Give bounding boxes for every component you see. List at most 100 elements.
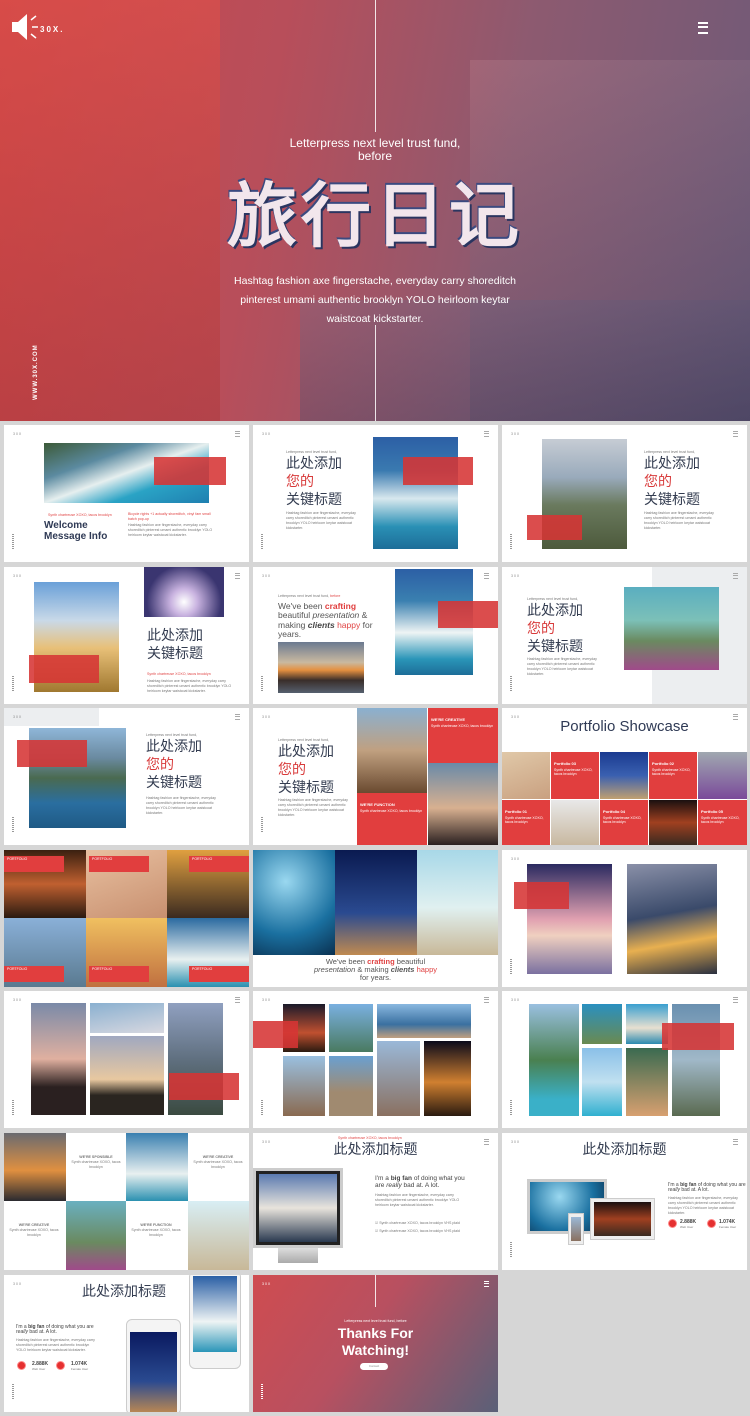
photo <box>582 1048 622 1117</box>
group-sunset-photo <box>428 763 498 846</box>
slide-title: 此处添加标题 <box>333 1141 418 1158</box>
logo: 30X <box>13 573 23 578</box>
crafting-caption: We've been crafting beautiful presentati… <box>313 956 437 982</box>
contact-button[interactable]: Contact <box>360 1362 388 1370</box>
collage-label: PORTFOLIO <box>89 965 149 982</box>
phone-mockup <box>568 1212 584 1245</box>
slide-title: 此处添加标题 <box>82 1283 166 1300</box>
title-line-3: 关键标题 <box>644 492 700 508</box>
slide-key-title[interactable]: 30X Letterpress next level trust fund, 此… <box>4 708 249 846</box>
slide-devices[interactable]: 30X 此处添加标题 I'm a big fan of doing what y… <box>502 1132 747 1270</box>
phone-mockup <box>126 1318 181 1412</box>
slide-resort[interactable]: 30X <box>502 991 747 1129</box>
slide-welcome[interactable]: 30X Synth chartreuse XOXO, tacos brookly… <box>4 425 249 562</box>
divider-line <box>375 325 376 421</box>
menu-icon[interactable] <box>733 431 738 437</box>
menu-icon[interactable] <box>733 572 738 579</box>
slide-phones[interactable]: 30X 此处添加标题 I'm a big fan of doing what y… <box>4 1274 249 1412</box>
side-url <box>261 1383 263 1400</box>
menu-icon[interactable] <box>235 431 240 437</box>
body-text: Hashtag fashion axe fingerstache, everyd… <box>278 798 348 818</box>
night-coast-photo <box>335 849 417 955</box>
photo <box>377 1041 420 1117</box>
side-url <box>510 958 512 975</box>
tile-function: WE'RE FUNCTION Synth chartreuse XOXO, tac… <box>357 793 427 846</box>
accent-block <box>527 515 582 540</box>
title-line-1: 此处添加 <box>278 744 334 761</box>
portfolio-tile: Portfolio 02 Synth chartreuse XOXO, tacos… <box>649 752 697 800</box>
slide-photos[interactable]: 30X <box>502 849 747 987</box>
red-text: Bicycle rights +1 actually shoreditch, v… <box>128 512 211 521</box>
portfolio-tile: Portfolio 01 Synth chartreuse XOXO, tacos… <box>502 800 550 846</box>
accent-block <box>169 1073 239 1101</box>
logo: 30X <box>511 998 521 1003</box>
side-url <box>261 675 263 692</box>
skyscraper-photo <box>527 863 612 974</box>
slide-computer[interactable]: 30X Synth chartreuse XOXO, tacos brookly… <box>253 1132 498 1270</box>
street-night-photo <box>649 800 697 846</box>
menu-icon[interactable] <box>235 997 240 1004</box>
slide-portfolio[interactable]: 30X Portfolio Showcase Portfolio 03 Synth… <box>502 708 747 846</box>
photo <box>90 1036 164 1116</box>
title-line-2: 您的 <box>286 474 314 490</box>
slide-silhouette[interactable]: 30X 此处添加 关键标题 Synth chartreuse XOXO, taco… <box>4 566 249 704</box>
title-line-2: 您的 <box>278 762 306 779</box>
tagline: Letterpress next level trust fund, befor… <box>278 593 341 598</box>
slide-crafting[interactable]: 30X Letterpress next level trust fund, b… <box>253 566 498 704</box>
slide-crafting-photos[interactable]: We've been crafting beautiful presentati… <box>253 849 498 987</box>
menu-icon[interactable] <box>235 572 240 579</box>
menu-icon[interactable] <box>484 1280 489 1287</box>
slide-key-title[interactable]: 30X Letterpress next level trust fund, 此… <box>502 566 747 704</box>
slide-landmarks[interactable]: 30X <box>253 991 498 1129</box>
portfolio-tile: Portfolio 04 Synth chartreuse XOXO, tacos… <box>600 800 648 846</box>
photo <box>582 1004 622 1045</box>
photo <box>31 1003 86 1116</box>
collage-label: PORTFOLIO <box>189 855 249 872</box>
feature-item: WE'RE SPONSIBLE Synth chartreuse XOXO, ta… <box>71 1154 121 1169</box>
divider-line <box>375 0 376 132</box>
logo: 30X <box>262 715 272 720</box>
cover-slide: 30X. Letterpress next level trust fund, … <box>0 0 750 421</box>
photo <box>66 1200 126 1270</box>
bigfan-heading: I'm a big fan of doing what you are real… <box>668 1181 746 1194</box>
side-url <box>12 675 14 692</box>
beach-photo <box>502 752 550 800</box>
phone-mockup <box>189 1274 241 1369</box>
stat-label: Female User <box>719 1224 737 1229</box>
photographer-photo <box>551 800 599 846</box>
slide-group-photos[interactable]: 30X <box>4 991 249 1129</box>
slide-key-title[interactable]: 30X Letterpress next level trust fund, 此… <box>502 425 747 562</box>
title-line-1: 此处添加 <box>644 456 700 472</box>
menu-icon[interactable] <box>733 997 738 1004</box>
title-line-1: 此处添加 <box>527 602 583 619</box>
imac-mockup <box>253 1167 343 1248</box>
speaker-icon[interactable] <box>10 12 44 42</box>
slide-features[interactable]: WE'RE SPONSIBLE Synth chartreuse XOXO, ta… <box>4 1132 249 1270</box>
accent-block <box>253 1021 298 1049</box>
menu-icon[interactable] <box>698 22 708 34</box>
user-icon <box>668 1218 677 1228</box>
logo: 30X <box>13 1281 23 1286</box>
photo <box>626 1048 668 1117</box>
slide-thanks[interactable]: 30X Letterpress next level trust fund, b… <box>253 1274 498 1412</box>
menu-icon[interactable] <box>484 431 489 437</box>
stat-label: Web User <box>680 1224 694 1229</box>
slide-key-title[interactable]: 30X Letterpress next level trust fund, 此… <box>253 425 498 562</box>
body-text: Hashtag fashion axe fingerstache, everyd… <box>644 511 714 530</box>
feature-item: WE'RE FUNCTION Synth chartreuse XOXO, tac… <box>131 1222 181 1237</box>
slide-key-title-grid[interactable]: 30X Letterpress next level trust fund, 此… <box>253 708 498 846</box>
user-icon <box>17 1360 26 1370</box>
coast-night-photo <box>627 863 717 974</box>
bigfan-heading: I'm a big fan of doing what you are real… <box>375 1174 465 1189</box>
menu-icon[interactable] <box>235 714 240 721</box>
user-icon <box>707 1218 716 1228</box>
logo: 30X <box>262 998 272 1003</box>
divider-line <box>375 1274 376 1307</box>
collage-label: PORTFOLIO <box>89 855 149 872</box>
menu-icon[interactable] <box>484 997 489 1004</box>
collage-label: PORTFOLIO <box>4 965 64 982</box>
slide-collage[interactable]: PORTFOLIO PORTFOLIO PORTFOLIO PORTFOLIO … <box>4 849 249 987</box>
body-text: Hashtag fashion axe fingerstache, everyd… <box>527 656 597 676</box>
menu-icon[interactable] <box>484 572 489 579</box>
side-url <box>261 817 263 834</box>
